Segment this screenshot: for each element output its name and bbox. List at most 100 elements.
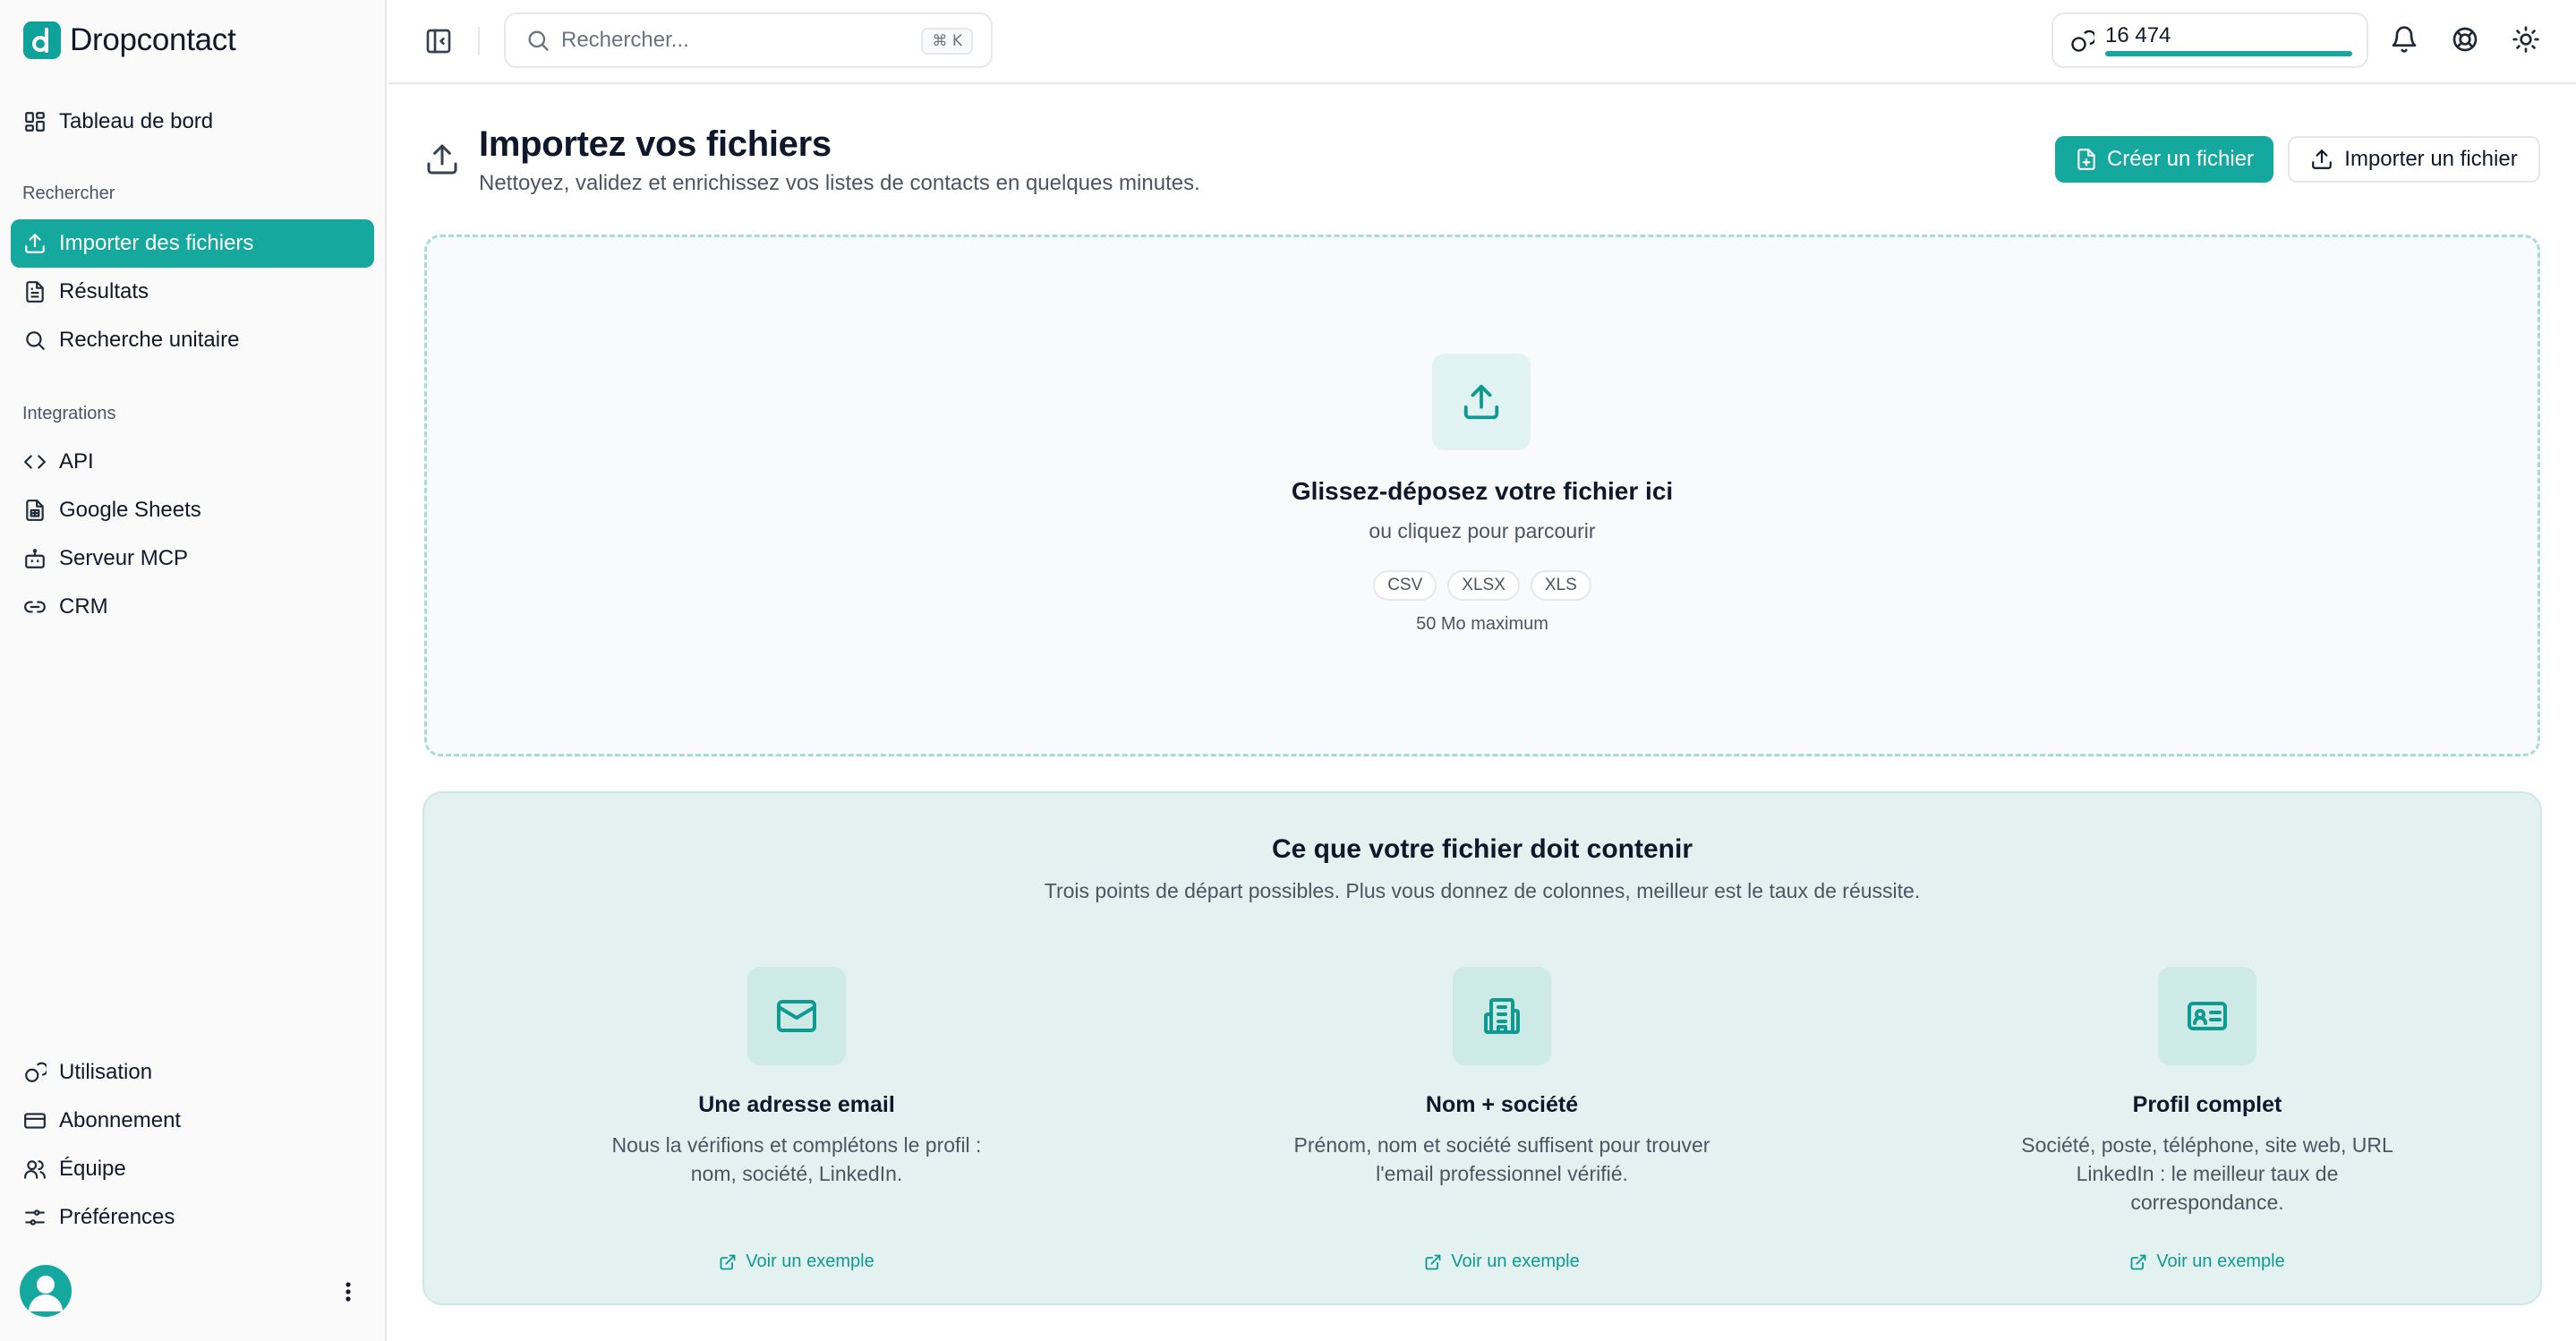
sidebar-item-label: API [59,449,94,474]
page-title: Importez vos fichiers [479,124,832,164]
view-example-link[interactable]: Voir un exemple [564,1251,1029,1272]
sidebar-item-label: Importer des fichiers [59,231,254,255]
search-icon [23,329,47,352]
sidebar-item-label: Google Sheets [59,498,201,522]
credits-progress-bar [2105,51,2352,56]
view-example-link[interactable]: Voir un exemple [1975,1251,2440,1272]
sidebar-item-results[interactable]: Résultats [11,268,374,316]
format-badge: XLSX [1447,570,1520,601]
sheet-icon [23,499,47,522]
link-icon [23,595,47,619]
import-file-label: Importer un fichier [2344,147,2518,171]
credit-card-icon [23,1109,47,1132]
code-icon [23,450,47,474]
search-input[interactable]: Rechercher... ⌘ K [504,13,993,68]
sidebar-item-crm[interactable]: CRM [11,583,374,631]
sidebar-item-label: Recherche unitaire [59,328,240,352]
card-icon-box [1453,967,1551,1065]
credits-progress-fill [2105,51,2352,56]
file-plus-icon [2075,148,2098,171]
import-file-button[interactable]: Importer un fichier [2288,136,2540,183]
requirements-title: Ce que votre fichier doit contenir [1271,834,1693,864]
create-file-label: Créer un fichier [2106,147,2255,171]
avatar[interactable] [20,1265,72,1317]
format-badge: CSV [1373,570,1437,601]
search-shortcut: ⌘ K [921,28,973,55]
sidebar-item-label: Préférences [59,1205,175,1229]
id-card-icon [2186,995,2229,1038]
upload-icon [23,232,47,255]
dropcontact-logo-icon [23,21,61,59]
sidebar-item-single-search[interactable]: Recherche unitaire [11,316,374,364]
sidebar-item-label: Abonnement [59,1108,182,1132]
card-title: Une adresse email [698,1092,895,1117]
create-file-button[interactable]: Créer un fichier [2055,136,2273,183]
view-example-label: Voir un exemple [1451,1251,1580,1271]
sidebar-item-import[interactable]: Importer des fichiers [11,219,374,268]
file-requirements-panel: Ce que votre fichier doit contenir Trois… [422,791,2542,1305]
sidebar-item-api[interactable]: API [11,438,374,486]
sliders-icon [23,1206,47,1229]
sidebar-item-label: Tableau de bord [59,109,214,133]
external-link-icon [2129,1253,2147,1271]
dropzone-title: Glissez-déposez votre fichier ici [1291,477,1674,505]
section-label-integrations: Integrations [22,404,116,423]
coins-icon [2069,29,2094,54]
dashboard-icon [23,110,47,133]
credits-counter[interactable]: 16 474 [2051,13,2368,68]
sidebar-item-label: Serveur MCP [59,546,189,570]
theme-sun-icon[interactable] [2512,25,2540,54]
help-lifebuoy-icon[interactable] [2451,25,2479,54]
upload-icon [1461,381,1502,423]
credits-value: 16 474 [2105,23,2171,47]
section-label-search: Rechercher [22,184,115,203]
sidebar-item-team[interactable]: Équipe [11,1145,374,1193]
upload-icon [2310,148,2333,171]
external-link-icon [1424,1253,1442,1271]
card-description: Prénom, nom et société suffisent pour tr… [1293,1133,1710,1185]
requirement-card-email: Une adresse email Nous la vérifions et c… [564,967,1029,1271]
mail-icon [775,995,818,1038]
dropzone-subtitle[interactable]: ou cliquez pour parcourir [424,519,2540,543]
sidebar-item-label: Résultats [59,279,149,303]
building-icon [1480,995,1523,1038]
bot-icon [23,547,47,570]
bell-icon[interactable] [2390,25,2418,54]
requirement-card-full-profile: Profil complet Société, poste, téléphone… [1975,967,2440,1271]
more-options-icon[interactable] [337,1278,360,1305]
sidebar-item-mcp-server[interactable]: Serveur MCP [11,534,374,583]
sidebar-item-label: CRM [59,594,108,619]
upload-icon [424,141,460,177]
card-icon-box [2158,967,2256,1065]
view-example-link[interactable]: Voir un exemple [1269,1251,1735,1272]
page-subtitle: Nettoyez, validez et enrichissez vos lis… [479,171,1200,195]
dropzone-icon-box [1432,354,1531,450]
file-text-icon [23,280,47,303]
sidebar-item-preferences[interactable]: Préférences [11,1193,374,1242]
card-title: Nom + société [1425,1092,1579,1117]
users-icon [23,1157,47,1181]
sidebar-toggle-icon[interactable] [424,27,453,56]
max-size-note: 50 Mo maximum [1416,614,1548,634]
sidebar-item-dashboard[interactable]: Tableau de bord [11,98,374,146]
app-name: Dropcontact [70,22,236,57]
sidebar: Dropcontact Tableau de bord Rechercher I… [0,0,387,1341]
card-description: Nous la vérifions et complétons le profi… [611,1133,982,1185]
requirement-card-name-company: Nom + société Prénom, nom et société suf… [1269,967,1735,1271]
sidebar-item-usage[interactable]: Utilisation [11,1048,374,1097]
card-icon-box [747,967,846,1065]
requirements-subtitle: Trois points de départ possibles. Plus v… [1044,879,1921,902]
external-link-icon [719,1253,737,1271]
search-placeholder: Rechercher... [561,28,689,52]
view-example-label: Voir un exemple [746,1251,874,1271]
format-badges: CSV XLSX XLS [424,570,2540,601]
sidebar-item-subscription[interactable]: Abonnement [11,1097,374,1145]
coins-icon [23,1061,47,1084]
card-description: Société, poste, téléphone, site web, URL… [2021,1133,2393,1214]
logo[interactable]: Dropcontact [23,21,236,59]
format-badge: XLS [1530,570,1591,601]
sidebar-item-label: Utilisation [59,1060,153,1084]
search-icon [525,28,550,53]
sidebar-item-label: Équipe [59,1157,126,1181]
sidebar-item-google-sheets[interactable]: Google Sheets [11,486,374,534]
